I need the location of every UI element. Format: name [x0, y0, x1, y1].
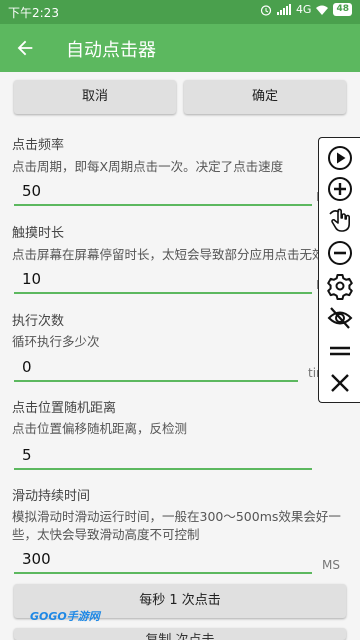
swipe-duration-label: 滑动持续时间 — [12, 489, 91, 504]
repeat-count-unit: times — [308, 366, 318, 380]
signal-icon — [276, 4, 291, 15]
play-icon[interactable] — [326, 144, 354, 172]
swipe-duration-description-1: 模拟滑动时滑动运行时间，一般在300～500ms效果会好一 — [12, 509, 341, 524]
drag-handle-icon[interactable] — [326, 337, 354, 365]
hide-eye-icon[interactable] — [326, 304, 354, 332]
cancel-button[interactable]: 取消 — [14, 80, 176, 114]
swipe-duration-input[interactable]: 300 — [14, 548, 312, 574]
settings-gear-icon[interactable] — [326, 272, 354, 300]
battery-level: 48 — [333, 3, 352, 16]
repeat-count-label: 执行次数 — [12, 314, 65, 329]
swipe-gesture-icon[interactable] — [326, 206, 354, 234]
swipe-duration-unit: MS — [322, 558, 340, 572]
random-offset-input[interactable]: 5 — [14, 444, 312, 470]
floating-toolbar — [318, 137, 360, 403]
back-arrow-icon[interactable] — [14, 37, 36, 59]
confirm-button[interactable]: 确定 — [184, 80, 346, 114]
status-time: 下午2:23 — [8, 6, 59, 20]
repeat-count-description: 循环执行多少次 — [12, 334, 100, 349]
touch-duration-description: 点击屏幕在屏幕停留时长，太短会导致部分应用点击无效 — [12, 247, 318, 262]
close-icon[interactable] — [326, 369, 354, 397]
wifi-icon — [316, 5, 329, 15]
touch-duration-input[interactable]: 10 — [14, 268, 312, 294]
click-frequency-input[interactable]: 50 — [14, 180, 312, 206]
random-offset-description: 点击位置偏移随机距离，反检测 — [12, 421, 188, 436]
network-type: 4G — [295, 3, 312, 16]
status-bar: 下午2:23 4G 48 — [0, 0, 360, 24]
add-icon[interactable] — [326, 175, 354, 203]
alarm-icon — [260, 4, 272, 16]
click-frequency-label: 点击频率 — [12, 138, 65, 153]
random-offset-label: 点击位置随机距离 — [12, 401, 117, 416]
repeat-count-input[interactable]: 0 — [14, 356, 298, 382]
remove-icon[interactable] — [326, 239, 354, 267]
bottom-action-button[interactable]: 复制 次点击 — [14, 628, 346, 640]
page-title: 自动点击器 — [66, 40, 156, 61]
app-bar: 自动点击器 — [0, 24, 360, 72]
watermark-logo: GOGO手游网 — [30, 610, 100, 623]
swipe-duration-description-2: 些，太快会导致滑动高度不可控制 — [12, 527, 200, 542]
click-frequency-description: 点击周期，即每X周期点击一次。决定了点击速度 — [12, 159, 284, 174]
touch-duration-label: 触摸时长 — [12, 226, 65, 241]
